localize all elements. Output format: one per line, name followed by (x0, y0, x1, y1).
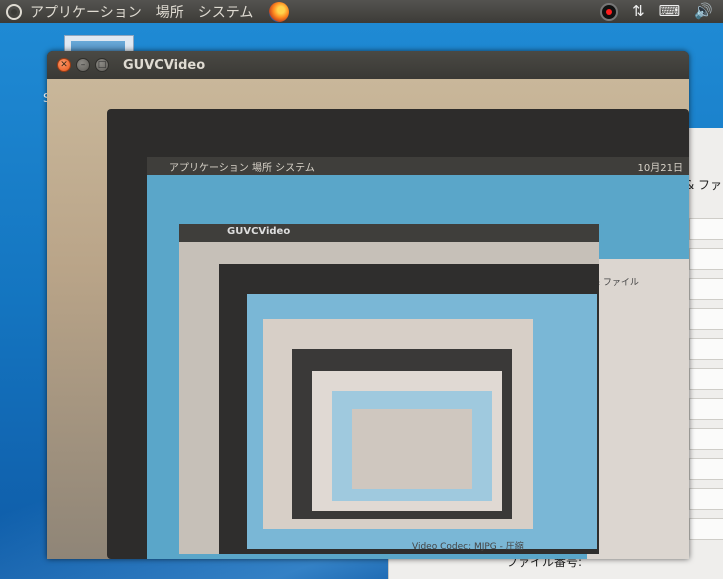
top-panel: アプリケーション 場所 システム ⇅ ⌨ 🔊 (0, 0, 723, 23)
video-inner-titlebar: GUVCVideo (179, 224, 599, 242)
background-tab-label[interactable]: & ファ (685, 176, 722, 193)
indicator-area: ⇅ ⌨ 🔊 (600, 0, 713, 23)
video-recursion-frame (352, 409, 472, 489)
guvcvideo-window[interactable]: ✕ – □ GUVCVideo アプリケーション 場所 システム 10月21日 … (47, 51, 689, 559)
background-field[interactable] (689, 278, 723, 300)
menu-places[interactable]: 場所 (156, 2, 184, 22)
background-field[interactable] (689, 368, 723, 390)
video-inner-title: GUVCVideo (227, 226, 291, 237)
window-titlebar[interactable]: ✕ – □ GUVCVideo (47, 51, 689, 79)
video-panel-clock: 10月21日 (637, 163, 683, 174)
video-right-panel (587, 259, 689, 559)
background-field[interactable] (689, 488, 723, 510)
video-codec-text: Video Codec: MJPG - 圧縮 (412, 542, 524, 552)
menu-system[interactable]: システム (198, 2, 254, 22)
background-field[interactable] (689, 398, 723, 420)
record-indicator-icon[interactable] (600, 2, 619, 21)
background-field[interactable] (689, 218, 723, 240)
video-panel: アプリケーション 場所 システム 10月21日 (147, 157, 689, 175)
window-title: GUVCVideo (123, 57, 206, 73)
volume-icon[interactable]: 🔊 (694, 4, 713, 19)
video-panel-menus: アプリケーション 場所 システム (169, 163, 315, 174)
background-field[interactable] (689, 308, 723, 330)
firefox-icon[interactable] (269, 1, 290, 22)
ubuntu-logo-icon[interactable] (6, 3, 22, 20)
keyboard-icon[interactable]: ⌨ (659, 4, 681, 19)
video-right-tab: & ファイル (593, 278, 639, 288)
minimize-button[interactable]: – (76, 58, 90, 72)
network-icon[interactable]: ⇅ (632, 4, 645, 19)
background-field[interactable] (689, 518, 723, 540)
close-button[interactable]: ✕ (57, 58, 71, 72)
maximize-button[interactable]: □ (95, 58, 109, 72)
background-field[interactable] (689, 248, 723, 270)
background-field[interactable] (689, 458, 723, 480)
background-field[interactable] (689, 338, 723, 360)
background-field[interactable] (689, 428, 723, 450)
video-preview: アプリケーション 場所 システム 10月21日 & ファイル GUVCVideo… (47, 79, 689, 559)
menu-applications[interactable]: アプリケーション (30, 2, 142, 22)
